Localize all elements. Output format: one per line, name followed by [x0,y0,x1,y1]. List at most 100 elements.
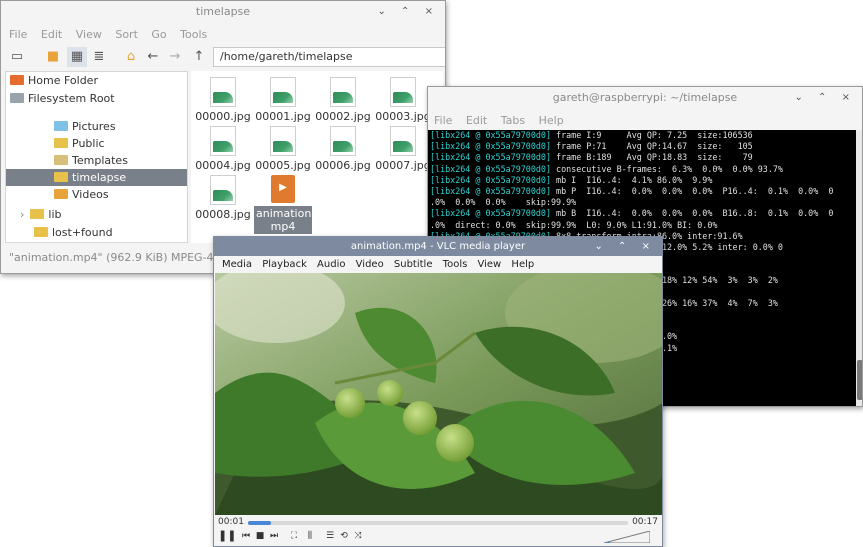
sidebar-item-pictures[interactable]: Pictures [6,118,187,135]
fullscreen-icon[interactable]: ⛶ [288,530,300,542]
file-item[interactable]: 00006.jpg [313,126,373,172]
seek-bar[interactable] [248,521,628,525]
vlc-window: animation.mp4 - VLC media player ⌄ ⌃ × M… [213,236,663,547]
side-pane-icon[interactable]: ▭ [7,47,27,67]
previous-icon[interactable]: ⏮ [240,530,252,542]
sidebar-label: lost+found [52,226,113,239]
terminal-scrollbar[interactable] [856,130,862,406]
file-item[interactable]: 00000.jpg [193,77,253,123]
terminal-menu-help[interactable]: Help [539,114,564,127]
file-label: 00001.jpg [255,110,311,123]
control-row: ❚❚ ⏮ ■ ⏭ ⛶ ⫼ ☰ ⟲ ⤨ [218,530,658,544]
file-item[interactable]: 00001.jpg [253,77,313,123]
file-item-selected[interactable]: animation. mp4 [253,175,315,234]
sidebar-item-public[interactable]: Public [6,135,187,152]
loop-icon[interactable]: ⟲ [338,530,350,542]
terminal-window-controls[interactable]: ⌄ ⌃ × [795,87,857,109]
forward-arrow-icon[interactable]: → [165,47,185,67]
fm-menu-view[interactable]: View [76,28,102,41]
home-icon[interactable]: ⌂ [121,47,141,67]
fm-window-controls[interactable]: ⌄ ⌃ × [378,1,440,23]
vlc-menu-help[interactable]: Help [511,259,534,270]
image-file-icon [330,126,356,156]
terminal-line-prefix: [libx264 @ 0x55a79700d0] [430,174,552,185]
expand-arrow-icon[interactable]: › [20,208,24,221]
vlc-menu-media[interactable]: Media [222,259,252,270]
file-label: 00004.jpg [195,159,251,172]
file-label: 00008.jpg [195,208,251,221]
file-label: 00007.jpg [375,159,431,172]
home-folder-icon [10,75,24,85]
image-file-icon [210,175,236,205]
file-item[interactable]: 00008.jpg [193,175,253,221]
drive-icon [10,93,24,103]
vlc-menu-audio[interactable]: Audio [317,259,345,270]
fm-sidebar: Home Folder Filesystem Root Pictures Pub… [5,71,188,243]
sidebar-item-timelapse[interactable]: timelapse [6,169,187,186]
file-item[interactable]: 00003.jpg [373,77,433,123]
file-label: 00006.jpg [315,159,371,172]
terminal-line: .0% 0.0% 0.0% skip:99.9% [428,197,856,208]
terminal-menu-edit[interactable]: Edit [466,114,487,127]
vlc-menu-video[interactable]: Video [356,259,384,270]
public-folder-icon [54,138,68,148]
path-input[interactable]: /home/gareth/timelapse [213,47,445,67]
sidebar-item-templates[interactable]: Templates [6,152,187,169]
sidebar-label: Home Folder [28,74,98,87]
volume-slider[interactable] [604,531,650,543]
sidebar-item-videos[interactable]: Videos [6,186,187,203]
fm-menu-tools[interactable]: Tools [180,28,207,41]
vlc-menu-view[interactable]: View [478,259,502,270]
fm-menu-sort[interactable]: Sort [115,28,138,41]
up-arrow-icon[interactable]: ↑ [189,47,209,67]
fm-toolbar: ▭ ■ ▦ ≣ ⌂ ← → ↑ /home/gareth/timelapse [7,47,445,69]
sidebar-item-lost-found[interactable]: lost+found [6,224,187,241]
next-icon[interactable]: ⏭ [268,530,280,542]
sidebar-item-filesystem[interactable]: Filesystem Root [6,90,187,107]
fm-menu-go[interactable]: Go [151,28,166,41]
terminal-line-prefix: [libx264 @ 0x55a79700d0] [430,141,552,152]
vlc-menu-tools[interactable]: Tools [443,259,468,270]
image-file-icon [330,77,356,107]
fm-menu-edit[interactable]: Edit [41,28,62,41]
fm-menu-file[interactable]: File [9,28,27,41]
terminal-line-text: mb B I16..4: 0.0% 0.0% 0.0% B16..8: 0.1%… [551,208,834,219]
terminal-menu-tabs[interactable]: Tabs [501,114,525,127]
image-file-icon [390,126,416,156]
vlc-menu-playback[interactable]: Playback [262,259,307,270]
back-arrow-icon[interactable]: ← [143,47,163,67]
shuffle-icon[interactable]: ⤨ [352,530,364,542]
video-frame[interactable] [215,273,662,515]
file-item[interactable]: 00005.jpg [253,126,313,172]
stop-icon[interactable]: ■ [254,530,266,542]
scrollbar-thumb[interactable] [857,360,862,400]
sidebar-item-lib[interactable]: › lib [6,206,187,223]
list-view-icon[interactable]: ≣ [89,47,109,67]
image-file-icon [390,77,416,107]
terminal-menubar: File Edit Tabs Help [434,114,574,127]
terminal-line-text: .0% 0.0% 0.0% skip:99.9% [430,197,577,208]
file-item[interactable]: 00007.jpg [373,126,433,172]
terminal-line-prefix: [libx264 @ 0x55a79700d0] [430,163,552,174]
new-folder-icon[interactable]: ■ [43,47,63,67]
pause-icon[interactable]: ❚❚ [218,530,236,542]
file-item[interactable]: 00004.jpg [193,126,253,172]
sidebar-item-home[interactable]: Home Folder [6,72,187,89]
strawberry-plant-image [215,273,662,515]
icon-view-icon[interactable]: ▦ [67,47,87,67]
playlist-icon[interactable]: ☰ [324,530,336,542]
vlc-menu-subtitle[interactable]: Subtitle [394,259,433,270]
image-file-icon [270,126,296,156]
terminal-menu-file[interactable]: File [434,114,452,127]
file-item[interactable]: 00002.jpg [313,77,373,123]
seek-bar-fill [248,521,271,525]
terminal-line-text: frame I:9 Avg QP: 7.25 size:106536 [551,130,753,140]
elapsed-time: 00:01 [218,517,244,527]
sidebar-label: Pictures [72,120,116,133]
extended-settings-icon[interactable]: ⫼ [304,530,316,542]
vlc-window-controls[interactable]: ⌄ ⌃ × [595,237,657,256]
file-label: animation. mp4 [254,206,315,234]
fm-menubar: File Edit View Sort Go Tools [9,28,217,41]
terminal-line-prefix: [libx264 @ 0x55a79700d0] [430,185,552,196]
folder-icon [34,227,48,237]
